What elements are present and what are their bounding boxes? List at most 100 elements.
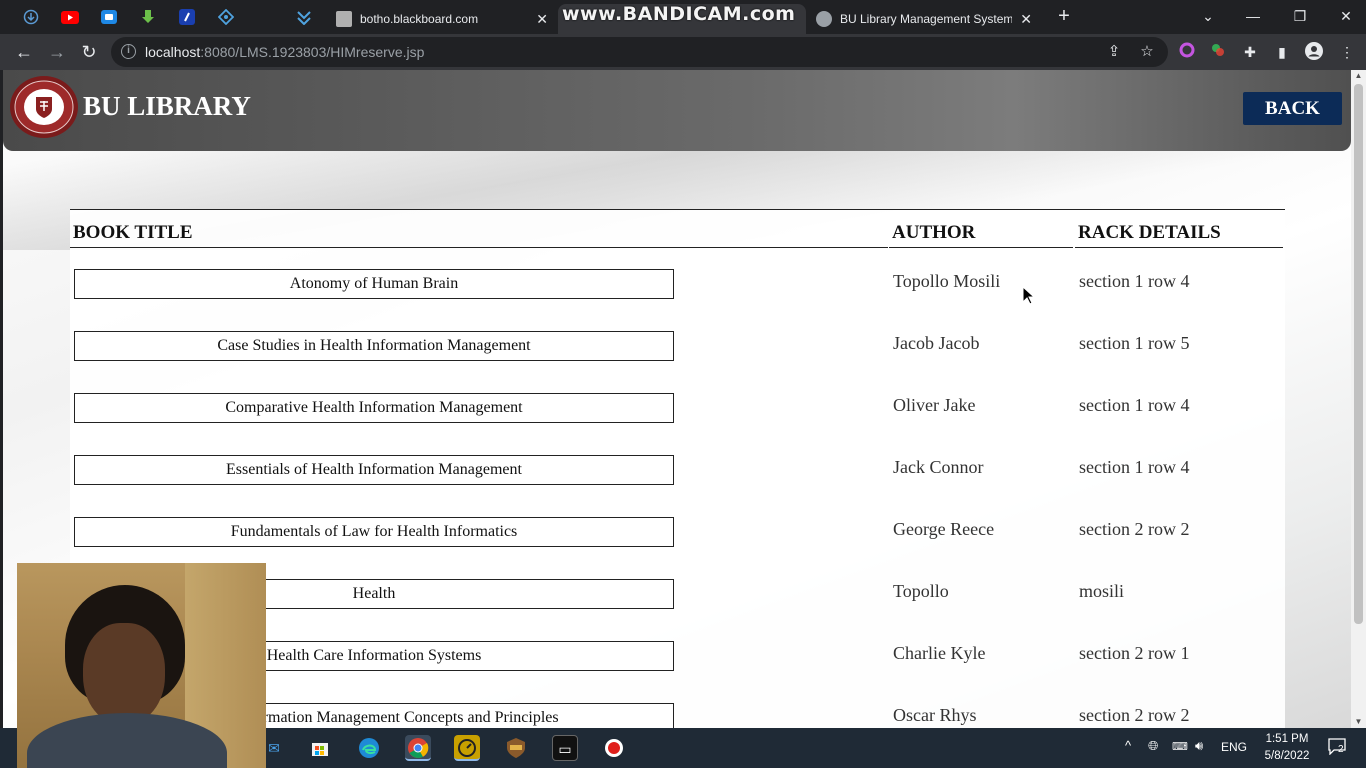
new-tab-button[interactable]: + [1053, 6, 1075, 28]
address-bar[interactable]: i localhost:8080/LMS.1923803/HIMreserve.… [111, 37, 1168, 67]
chrome-browser-icon[interactable] [405, 735, 431, 761]
colorful-circle-icon [1179, 42, 1195, 58]
webcam-overlay [17, 563, 266, 768]
site-header: BU LIBRARY BACK [3, 70, 1351, 151]
record-button-icon[interactable] [601, 735, 627, 761]
recorder-app-icon[interactable] [454, 735, 480, 761]
pinned-tab-cloud-icon[interactable] [20, 6, 42, 28]
chat-bubble-icon [1328, 738, 1346, 756]
browser-menu-icon[interactable]: ⋮ [1337, 42, 1357, 62]
shield-badge-icon [507, 738, 525, 758]
book-title-button[interactable]: Comparative Health Information Managemen… [74, 393, 674, 423]
profile-avatar-icon[interactable] [1304, 42, 1324, 62]
clock-time: 1:51 PM [1265, 733, 1309, 745]
microsoft-store-icon[interactable] [307, 735, 333, 761]
book-title-button[interactable]: Fundamentals of Law for Health Informati… [74, 517, 674, 547]
game-app-icon[interactable] [503, 735, 529, 761]
bookmark-star-icon[interactable]: ☆ [1137, 42, 1157, 62]
globe-favicon-icon [816, 11, 832, 27]
volume-icon[interactable]: 🔊︎ [1195, 738, 1203, 754]
edge-browser-icon[interactable] [356, 735, 382, 761]
table-row: Atonomy of Human Brain Topollo Mosili se… [70, 269, 1285, 299]
mouse-cursor-icon [1022, 286, 1036, 305]
extension-circle-icon[interactable] [1177, 42, 1197, 62]
book-title-button[interactable]: Essentials of Health Information Managem… [74, 455, 674, 485]
browser-toolbar: ← → ↻ i localhost:8080/LMS.1923803/HIMre… [0, 34, 1366, 70]
site-info-icon[interactable]: i [121, 44, 136, 59]
bandicam-watermark: www.BANDICAM.com [562, 3, 796, 25]
side-panel-icon[interactable]: ▮ [1272, 42, 1292, 62]
author-cell: George Reece [893, 519, 995, 539]
system-clock[interactable]: 1:51 PM 5/8/2022 [1258, 731, 1316, 765]
table-row: Case Studies in Health Information Manag… [70, 331, 1285, 361]
author-cell: Oliver Jake [893, 395, 976, 415]
table-row: Essentials of Health Information Managem… [70, 455, 1285, 485]
author-cell: Jack Connor [893, 457, 984, 477]
close-tab-icon[interactable]: ✕ [1020, 11, 1032, 28]
forward-arrow-icon[interactable]: → [45, 40, 69, 64]
show-hidden-icons-chevron-icon[interactable]: ^ [1125, 738, 1131, 753]
column-header-rack-details: RACK DETAILS [1075, 222, 1283, 248]
pinned-tab-arrow-icon[interactable] [293, 6, 315, 28]
gauge-icon [458, 739, 476, 757]
network-icon [218, 9, 234, 25]
column-header-book-title: BOOK TITLE [70, 222, 888, 248]
scrollbar-thumb[interactable] [1354, 84, 1363, 624]
youtube-icon [61, 10, 79, 24]
pinned-tab-app-icon[interactable] [98, 6, 120, 28]
minimize-button[interactable]: — [1238, 4, 1268, 28]
app-icon [101, 10, 117, 24]
tab-blackboard[interactable]: botho.blackboard.com ✕ [326, 4, 558, 34]
close-window-button[interactable]: ✕ [1331, 4, 1361, 28]
cloud-download-icon [23, 9, 39, 25]
rack-cell: section 1 row 4 [1079, 395, 1190, 415]
tab-bu-library[interactable]: BU Library Management System ✕ [806, 4, 1042, 34]
extension-colors-icon[interactable] [1208, 42, 1228, 62]
rack-cell: section 1 row 5 [1079, 333, 1190, 353]
restore-button[interactable]: ❐ [1285, 4, 1315, 28]
author-cell: Topollo Mosili [893, 271, 1001, 291]
color-picker-icon [1212, 44, 1224, 56]
reload-icon[interactable]: ↻ [77, 40, 101, 64]
notification-count: 2 [1338, 744, 1344, 755]
input-method-icon[interactable]: ⌨ [1172, 740, 1188, 753]
tab-search-icon[interactable]: ⌄ [1193, 4, 1223, 28]
green-download-icon [142, 10, 154, 23]
author-cell: Oscar Rhys [893, 705, 977, 725]
rack-cell: section 2 row 2 [1079, 705, 1190, 725]
rack-cell: section 1 row 4 [1079, 457, 1190, 477]
rack-cell: section 2 row 2 [1079, 519, 1190, 539]
pinned-tab-network-icon[interactable] [215, 6, 237, 28]
pinned-tab-youtube-icon[interactable] [59, 6, 81, 28]
close-tab-icon[interactable]: ✕ [536, 11, 548, 28]
arrow-down-icon [297, 11, 311, 25]
author-cell: Charlie Kyle [893, 643, 986, 663]
blackboard-favicon-icon [336, 11, 352, 27]
webcam-person-face [83, 623, 165, 725]
book-title-button[interactable]: Atonomy of Human Brain [74, 269, 674, 299]
network-globe-icon[interactable]: 🌐︎ [1148, 738, 1158, 754]
terminal-icon[interactable]: ▭ [552, 735, 578, 761]
extensions-puzzle-icon[interactable]: ✚ [1240, 42, 1260, 62]
back-arrow-icon[interactable]: ← [12, 40, 36, 64]
browser-tab-strip: botho.blackboard.com ✕ BU Library Manage… [0, 0, 1366, 34]
record-dot-icon [605, 739, 623, 757]
blue-app-icon [179, 9, 195, 25]
table-row: Comparative Health Information Managemen… [70, 393, 1285, 423]
site-brand-title: BU LIBRARY [83, 91, 251, 121]
rack-cell: section 2 row 1 [1079, 643, 1190, 663]
share-icon[interactable]: ⇪ [1104, 42, 1124, 62]
url-text[interactable]: localhost:8080/LMS.1923803/HIMreserve.js… [145, 44, 424, 60]
chrome-logo-icon [408, 738, 429, 758]
page-scrollbar[interactable]: ▲ ▼ [1351, 70, 1366, 728]
language-indicator[interactable]: ENG [1221, 740, 1247, 754]
university-seal-logo-icon [10, 76, 78, 138]
edge-logo-icon [359, 738, 379, 758]
pinned-tab-download-icon[interactable] [137, 6, 159, 28]
scroll-up-arrow-icon[interactable]: ▲ [1351, 70, 1366, 82]
back-button[interactable]: BACK [1243, 92, 1342, 125]
scroll-down-arrow-icon[interactable]: ▼ [1351, 716, 1366, 728]
pinned-tab-blue-icon[interactable] [176, 6, 198, 28]
book-title-button[interactable]: Case Studies in Health Information Manag… [74, 331, 674, 361]
notification-center-icon[interactable]: 2 [1326, 737, 1348, 757]
